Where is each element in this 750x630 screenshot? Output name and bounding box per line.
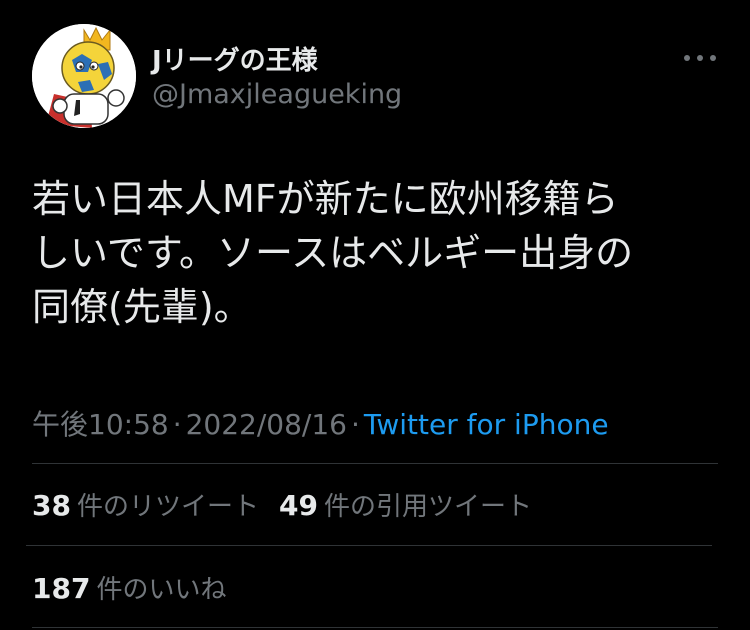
retweet-count[interactable]: 38 件のリツイート	[32, 489, 259, 522]
divider	[32, 463, 718, 464]
tweet-date[interactable]: 2022/08/16	[186, 408, 347, 441]
tweet-time[interactable]: 午後10:58	[32, 408, 169, 441]
tweet-source-link[interactable]: Twitter for iPhone	[364, 408, 609, 441]
quote-count[interactable]: 49 件の引用ツイート	[278, 489, 532, 522]
retweet-count-number: 38	[32, 489, 71, 522]
more-dot-icon	[684, 55, 690, 61]
like-count-number: 187	[32, 572, 91, 605]
avatar[interactable]	[32, 24, 136, 128]
display-name[interactable]: Jリーグの王様	[152, 40, 318, 77]
engagement-stats: 38 件のリツイート 49 件の引用ツイート	[32, 486, 532, 523]
user-handle[interactable]: @Jmaxjleagueking	[152, 79, 402, 110]
tweet-text-line: 同僚(先輩)。	[32, 285, 252, 329]
likes-stats: 187 件のいいね	[32, 569, 226, 606]
tweet-meta: 午後10:58 · 2022/08/16 · Twitter for iPhone	[32, 403, 609, 443]
divider	[26, 545, 712, 546]
more-options-button[interactable]	[684, 48, 716, 68]
tweet-text-line: 若い日本人MFが新たに欧州移籍ら	[32, 177, 619, 221]
quote-count-label: 件の引用ツイート	[323, 492, 532, 522]
tweet-text-line: しいです。ソースはベルギー出身の	[32, 231, 634, 275]
tweet-text: 若い日本人MFが新たに欧州移籍ら しいです。ソースはベルギー出身の 同僚(先輩)…	[32, 172, 702, 334]
meta-separator: ·	[172, 408, 182, 441]
like-count[interactable]: 187 件のいいね	[32, 572, 227, 605]
like-count-label: 件のいいね	[96, 575, 227, 605]
mascot-icon	[32, 24, 136, 128]
divider	[32, 627, 718, 628]
retweet-count-label: 件のリツイート	[76, 492, 259, 522]
meta-separator: ·	[351, 408, 360, 441]
quote-count-number: 49	[278, 489, 318, 522]
more-dot-icon	[710, 55, 716, 61]
more-dot-icon	[697, 55, 703, 61]
